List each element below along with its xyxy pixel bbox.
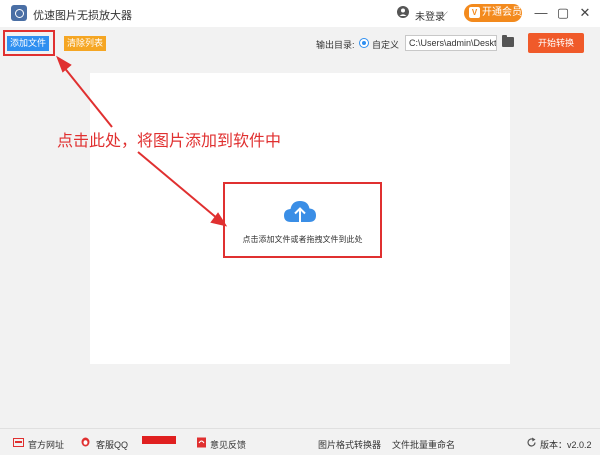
annotation-text: 点击此处，将图片添加到软件中	[57, 133, 282, 150]
refresh-icon[interactable]	[526, 437, 537, 448]
website-icon[interactable]	[13, 437, 24, 448]
toolbar: 添加文件 清除列表 输出目录: 自定义 开始转换	[0, 27, 600, 62]
custom-dir-label[interactable]: 自定义	[372, 38, 399, 51]
website-link[interactable]: 官方网址	[28, 438, 64, 451]
add-file-highlight	[3, 30, 55, 56]
vip-button[interactable]: V 开通会员	[464, 4, 522, 22]
title-bar: 优速图片无损放大器 未登录 ⌵ V 开通会员 — ▢ ✕	[0, 0, 600, 27]
user-icon[interactable]	[397, 6, 409, 18]
app-title: 优速图片无损放大器	[33, 10, 132, 22]
qq-icon[interactable]	[80, 437, 91, 448]
maximize-button[interactable]: ▢	[553, 3, 573, 23]
output-path-input[interactable]	[405, 35, 497, 51]
redacted-qq-number	[142, 436, 176, 444]
drop-area-highlight	[223, 182, 382, 258]
bottom-bar: 官方网址 客服QQ 意见反馈 图片格式转换器 文件批量重命名 版本：v2.0.2	[0, 428, 600, 455]
vip-icon: V	[469, 7, 480, 18]
version-label: 版本：v2.0.2	[540, 440, 592, 450]
start-convert-button[interactable]: 开始转换	[528, 33, 584, 53]
feedback-icon[interactable]	[196, 437, 207, 448]
app-logo-icon	[11, 5, 27, 21]
feedback-link[interactable]: 意见反馈	[210, 438, 246, 451]
clear-list-button[interactable]: 清除列表	[64, 36, 106, 51]
folder-icon[interactable]	[502, 35, 514, 47]
close-button[interactable]: ✕	[575, 3, 595, 23]
output-dir-label: 输出目录:	[316, 40, 355, 50]
minimize-button[interactable]: —	[531, 3, 551, 23]
format-converter-link[interactable]: 图片格式转换器	[318, 438, 381, 451]
qq-link[interactable]: 客服QQ	[96, 438, 128, 451]
chevron-down-icon[interactable]: ⌵	[441, 7, 448, 18]
custom-dir-radio[interactable]	[359, 38, 369, 48]
batch-rename-link[interactable]: 文件批量重命名	[392, 438, 455, 451]
vip-label: 开通会员	[482, 7, 522, 18]
